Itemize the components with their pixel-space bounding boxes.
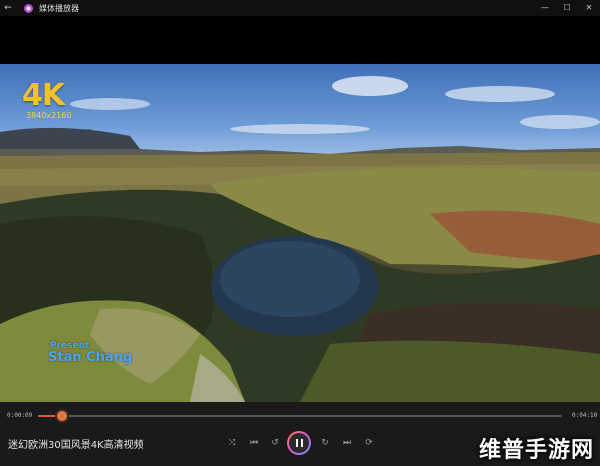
next-icon[interactable]: ⏭ bbox=[340, 436, 354, 450]
repeat-icon[interactable]: ⟳ bbox=[362, 436, 376, 450]
site-watermark: 维普手游网 bbox=[478, 438, 594, 463]
progress-bar[interactable] bbox=[38, 411, 562, 421]
title-bar: ← 媒体播放器 — ☐ ✕ bbox=[0, 0, 600, 16]
video-title: 迷幻欧洲30国风景4K高清视频 bbox=[8, 440, 144, 451]
minimize-button[interactable]: — bbox=[534, 0, 556, 16]
current-time: 0:00:09 bbox=[7, 412, 33, 419]
app-logo-icon bbox=[24, 3, 33, 13]
pause-icon bbox=[289, 433, 309, 453]
presenter-line-2: Stan Chang bbox=[48, 350, 133, 365]
presenter-credit: Present Stan Chang bbox=[48, 340, 132, 364]
back-arrow-icon[interactable]: ← bbox=[0, 3, 16, 13]
progress-handle[interactable] bbox=[56, 411, 67, 421]
forward-icon[interactable]: ↻ bbox=[318, 436, 332, 450]
close-button[interactable]: ✕ bbox=[578, 0, 600, 16]
app-title: 媒体播放器 bbox=[39, 3, 79, 13]
4k-badge: 4K bbox=[22, 78, 65, 113]
video-frame[interactable]: 4K 3840x2160 Present Stan Chang bbox=[0, 64, 600, 402]
previous-icon[interactable]: ⏮ bbox=[247, 436, 261, 450]
pause-button[interactable] bbox=[287, 431, 311, 455]
rewind-icon[interactable]: ↺ bbox=[268, 436, 282, 450]
window-controls: — ☐ ✕ bbox=[534, 0, 600, 16]
maximize-button[interactable]: ☐ bbox=[556, 0, 578, 16]
total-time: 0:04:10 bbox=[572, 412, 598, 419]
resolution-label: 3840x2160 bbox=[26, 111, 72, 120]
shuffle-icon[interactable]: ⤨ bbox=[225, 436, 239, 450]
